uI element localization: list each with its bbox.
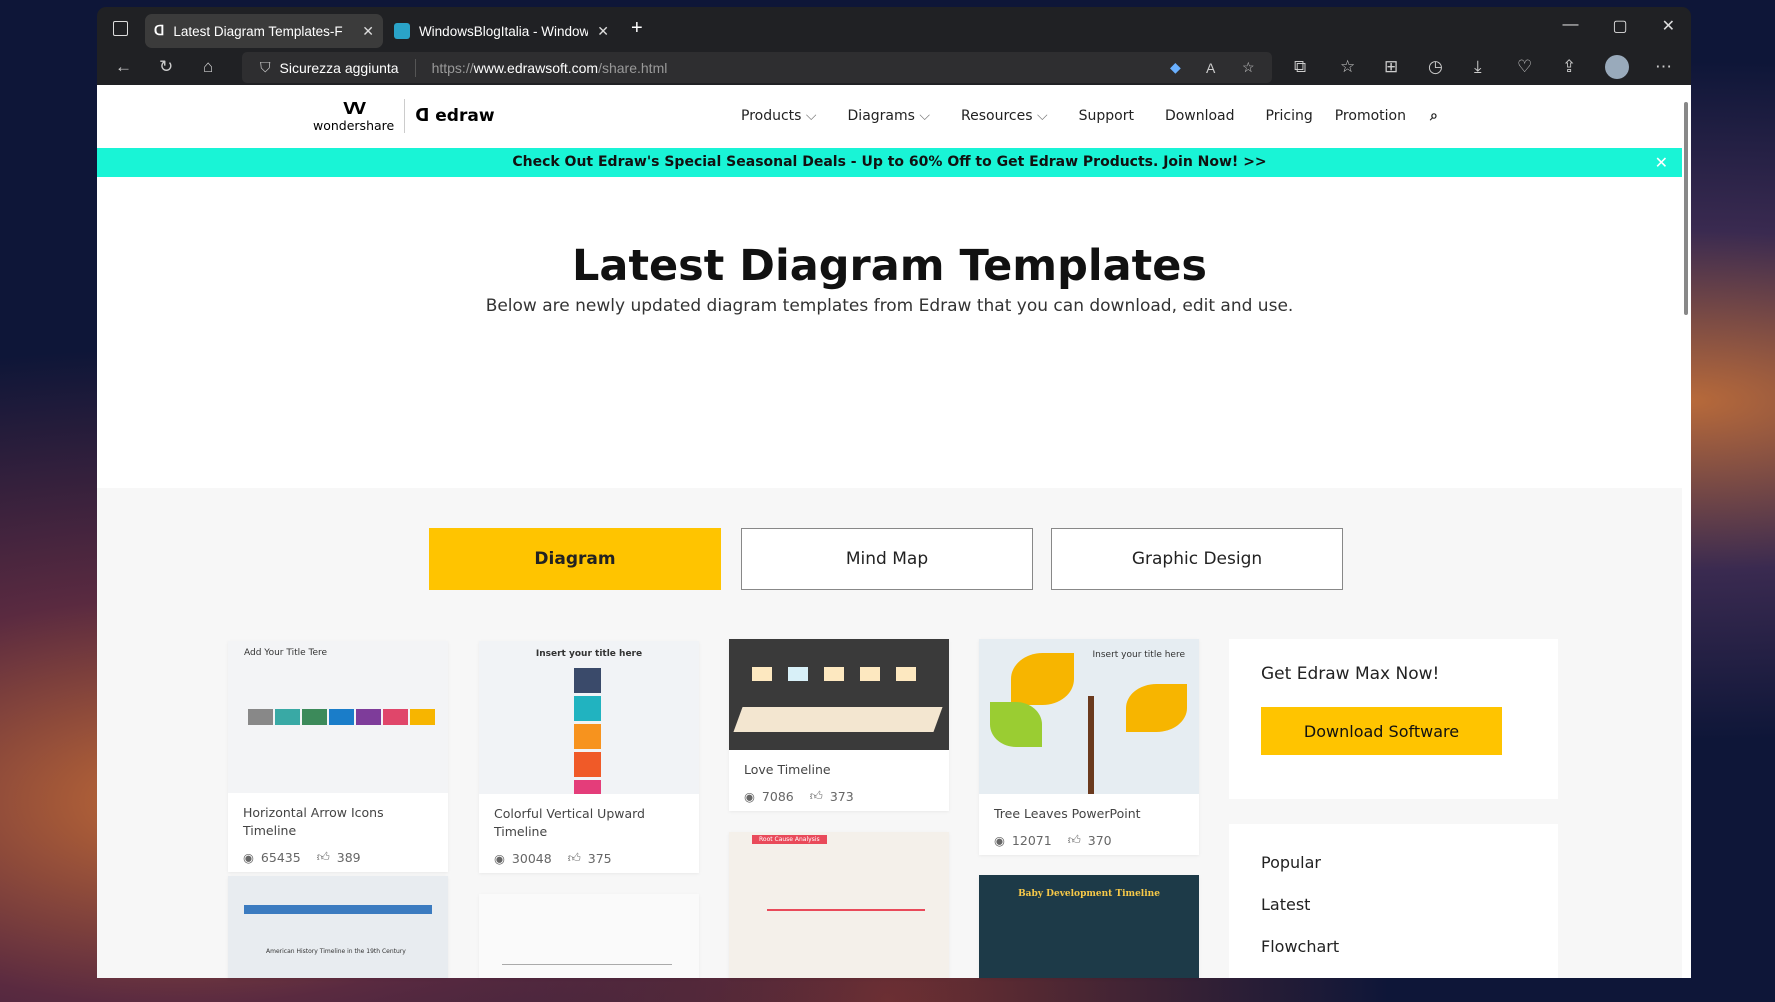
link-latest[interactable]: Latest [1229, 884, 1558, 926]
template-card[interactable]: American History Timeline in the 19th Ce… [228, 876, 448, 978]
home-icon[interactable]: ⌂ [203, 57, 213, 77]
download-icon[interactable]: ⤓ [1474, 57, 1482, 77]
minimize-icon[interactable]: — [1562, 16, 1578, 36]
template-card[interactable]: Baby Development Timeline [979, 875, 1199, 978]
maximize-icon[interactable]: ▢ [1612, 16, 1627, 36]
page-title: Latest Diagram Templates [572, 241, 1207, 291]
browser-tab[interactable]: WindowsBlogItalia - Windows, S ✕ [385, 14, 618, 48]
download-software-button[interactable]: Download Software [1261, 707, 1502, 755]
close-tab-icon[interactable]: ✕ [597, 23, 609, 40]
template-card[interactable]: Love Timeline ◉ 7086 👍︎ 373 [729, 639, 949, 811]
eye-icon: ◉ [744, 788, 755, 804]
tab-graphic-design[interactable]: Graphic Design [1051, 528, 1343, 590]
site-favicon-icon [394, 23, 410, 39]
avatar[interactable] [1605, 55, 1629, 79]
site-nav: ᐯᐯ wondershare ᗡ edraw Products ⌵ Diagram… [97, 85, 1682, 148]
address-bar[interactable]: ⛉ Sicurezza aggiunta https://www.edrawso… [242, 52, 1272, 83]
close-tab-icon[interactable]: ✕ [362, 23, 374, 40]
extensions-icon[interactable]: ⧉ [1294, 57, 1306, 77]
chevron-down-icon: ⌵ [919, 108, 931, 124]
edraw-favicon-icon: ᗡ [154, 23, 165, 38]
close-window-icon[interactable]: ✕ [1662, 16, 1675, 36]
thumbs-up-icon: 👍︎ [1067, 832, 1081, 847]
nav-products[interactable]: Products ⌵ [741, 108, 817, 124]
web-page: ᐯᐯ wondershare ᗡ edraw Products ⌵ Diagram… [97, 85, 1682, 978]
tab-diagram[interactable]: Diagram [429, 528, 721, 590]
nav-diagrams[interactable]: Diagrams ⌵ [848, 108, 930, 124]
thumbs-up-icon: 👍︎ [567, 850, 581, 865]
add-favorite-icon[interactable]: ☆ [1242, 59, 1255, 76]
new-tab-icon[interactable]: + [631, 17, 643, 40]
nav-support[interactable]: Support [1079, 108, 1134, 124]
scrollbar[interactable] [1682, 85, 1691, 978]
eye-icon: ◉ [994, 832, 1005, 848]
template-thumbnail: Insert your title here [979, 639, 1199, 794]
template-card[interactable]: Add Your Title Tere Horizontal Arrow Ico… [228, 641, 448, 872]
tab-mind-map[interactable]: Mind Map [741, 528, 1033, 590]
browser-toolbar: ← ↻ ⌂ ⛉ Sicurezza aggiunta https://www.e… [97, 50, 1691, 85]
performance-icon[interactable]: ♡ [1517, 57, 1532, 77]
eye-icon: ◉ [243, 849, 254, 865]
tab-actions-icon[interactable] [113, 21, 128, 36]
refresh-icon[interactable]: ↻ [159, 57, 173, 77]
template-card[interactable]: Insert your title here Tree Leaves Power… [979, 639, 1199, 855]
link-flowchart[interactable]: Flowchart [1229, 926, 1558, 968]
templates-section: Diagram Mind Map Graphic Design Add Your… [97, 488, 1682, 978]
category-links: Popular Latest Flowchart [1229, 824, 1558, 978]
logo[interactable]: ᐯᐯ wondershare ᗡ edraw [313, 99, 495, 133]
favorites-icon[interactable]: ☆ [1340, 57, 1355, 77]
template-card[interactable]: Insert your title here Colorful Vertical… [479, 641, 699, 873]
tag-icon[interactable]: ◆ [1170, 59, 1181, 76]
shield-icon: ⛉ [260, 59, 271, 75]
wondershare-logo-icon: ᐯᐯ [343, 99, 366, 118]
more-icon[interactable]: ⋯ [1655, 57, 1672, 77]
promo-banner[interactable]: Check Out Edraw's Special Seasonal Deals… [97, 148, 1682, 177]
browser-tab-active[interactable]: ᗡ Latest Diagram Templates-Free ✕ [145, 14, 383, 48]
page-subtitle: Below are newly updated diagram template… [485, 296, 1294, 316]
template-thumbnail: Insert your title here [479, 641, 699, 794]
nav-download[interactable]: Download [1165, 108, 1235, 124]
get-edraw-box: Get Edraw Max Now! Download Software [1229, 639, 1558, 799]
link-popular[interactable]: Popular [1229, 842, 1558, 884]
template-card[interactable] [479, 894, 699, 978]
close-banner-icon[interactable]: ✕ [1655, 148, 1668, 177]
nav-promotion[interactable]: Promotion [1335, 108, 1406, 124]
browser-window: ᗡ Latest Diagram Templates-Free ✕ Window… [97, 7, 1691, 978]
chevron-down-icon: ⌵ [1036, 108, 1048, 124]
search-icon[interactable]: ⌕ [1430, 108, 1438, 124]
chevron-down-icon: ⌵ [805, 108, 817, 124]
nav-resources[interactable]: Resources ⌵ [961, 108, 1048, 124]
template-thumbnail: Add Your Title Tere [228, 641, 448, 793]
share-icon[interactable]: ⇪ [1562, 57, 1576, 77]
read-aloud-icon[interactable]: A [1206, 60, 1215, 76]
nav-pricing[interactable]: Pricing [1266, 108, 1313, 124]
template-thumbnail [729, 639, 949, 750]
collections-icon[interactable]: ⊞ [1384, 57, 1398, 77]
thumbs-up-icon: 👍︎ [316, 849, 330, 864]
tab-bar: ᗡ Latest Diagram Templates-Free ✕ Window… [97, 7, 1691, 50]
eye-icon: ◉ [494, 850, 505, 866]
back-icon[interactable]: ← [115, 57, 132, 77]
thumbs-up-icon: 👍︎ [809, 788, 823, 803]
edraw-logo-icon: ᗡ [415, 106, 430, 126]
template-card[interactable]: Root Cause Analysis [729, 832, 949, 978]
history-icon[interactable]: ◷ [1428, 57, 1443, 77]
